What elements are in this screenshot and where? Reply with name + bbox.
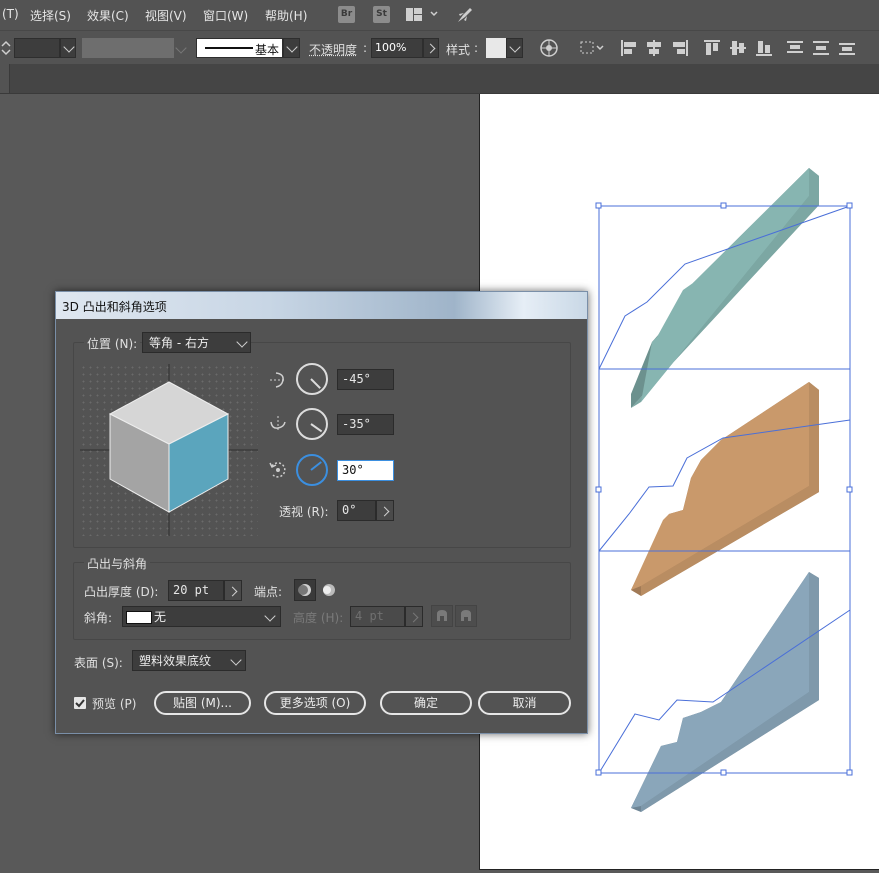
- extrude-depth-arrow[interactable]: [224, 580, 242, 601]
- menu-select[interactable]: 选择(S): [30, 7, 71, 24]
- preview-checkbox[interactable]: [74, 697, 86, 709]
- extrude-depth-field[interactable]: 20 pt: [168, 580, 224, 601]
- style-colon: :: [474, 41, 478, 55]
- rotation-x-field[interactable]: -45°: [337, 369, 394, 390]
- distribute-bottom-icon[interactable]: [838, 39, 856, 57]
- cap-off-button[interactable]: [318, 579, 340, 601]
- track-cube-area[interactable]: [80, 364, 258, 536]
- rotate-x-axis-icon: [268, 370, 288, 390]
- height-label: 高度 (H):: [293, 609, 343, 626]
- preview-label[interactable]: 预览 (P): [92, 695, 136, 712]
- align-right-icon[interactable]: [671, 39, 689, 57]
- stroke-profile-field[interactable]: 基本: [196, 38, 283, 58]
- align-center-v-icon[interactable]: [729, 39, 747, 57]
- position-dropdown[interactable]: 等角 - 右方: [142, 332, 251, 353]
- map-button[interactable]: 贴图 (M)...: [154, 691, 251, 715]
- surface-dropdown[interactable]: 塑料效果底纹: [132, 650, 246, 671]
- position-label: 位置 (N):: [84, 335, 140, 352]
- recolor-artwork-icon[interactable]: [540, 39, 558, 57]
- menu-view[interactable]: 视图(V): [145, 7, 187, 24]
- opacity-arrow[interactable]: [423, 38, 439, 58]
- align-to-selection-icon[interactable]: [580, 39, 606, 57]
- opacity-colon: :: [363, 41, 367, 55]
- bevel-value: 无: [154, 607, 166, 627]
- distribute-center-icon[interactable]: [812, 39, 830, 57]
- extrude-bevel-dialog: 3D 凸出和斜角选项 位置 (N): 等角 - 右方 -45° -35° 30°…: [55, 291, 588, 734]
- dialog-titlebar[interactable]: 3D 凸出和斜角选项: [56, 292, 587, 319]
- cancel-button[interactable]: 取消: [478, 691, 571, 715]
- perspective-field[interactable]: 0°: [337, 500, 376, 521]
- opacity-label[interactable]: 不透明度: [309, 41, 357, 58]
- variable-width-swatch[interactable]: [82, 38, 174, 58]
- perspective-label: 透视 (R):: [279, 503, 329, 520]
- bevel-label: 斜角:: [84, 609, 112, 626]
- menu-bar: (T) 选择(S) 效果(C) 视图(V) 窗口(W) 帮助(H) Br St: [0, 0, 879, 30]
- rotation-y-field[interactable]: -35°: [337, 414, 394, 435]
- rotation-y-dial[interactable]: [296, 408, 328, 440]
- extruded-shape-blue[interactable]: [631, 572, 819, 812]
- more-options-button[interactable]: 更多选项 (O): [264, 691, 366, 715]
- document-tab[interactable]: [0, 64, 10, 93]
- stroke-profile-dropdown[interactable]: [283, 38, 300, 58]
- align-bottom-icon[interactable]: [755, 39, 773, 57]
- bevel-dropdown[interactable]: 无: [122, 606, 281, 627]
- stroke-profile-label: 基本: [255, 41, 279, 58]
- bevel-swatch: [126, 611, 152, 624]
- ok-button[interactable]: 确定: [380, 691, 472, 715]
- rotate-z-axis-icon: [268, 460, 288, 480]
- style-label: 样式: [446, 41, 470, 58]
- rotation-cube[interactable]: [80, 364, 258, 536]
- align-center-h-icon[interactable]: [645, 39, 663, 57]
- rotate-y-axis-icon: [268, 414, 288, 434]
- perspective-arrow[interactable]: [376, 500, 394, 521]
- stock-icon[interactable]: St: [373, 6, 390, 23]
- stroke-weight-field[interactable]: [14, 38, 60, 58]
- rotation-z-field[interactable]: 30°: [337, 460, 394, 481]
- stepper-icon[interactable]: [1, 40, 11, 56]
- dialog-title: 3D 凸出和斜角选项: [62, 298, 167, 315]
- rotation-z-dial[interactable]: [296, 454, 328, 486]
- extrude-depth-label: 凸出厚度 (D):: [84, 583, 158, 600]
- cap-label: 端点:: [254, 583, 282, 600]
- rocket-icon[interactable]: [455, 5, 475, 25]
- menu-window[interactable]: 窗口(W): [203, 7, 248, 24]
- bevel-extent-in-button[interactable]: [431, 605, 453, 627]
- menu-help[interactable]: 帮助(H): [265, 7, 307, 24]
- cap-on-button[interactable]: [294, 579, 316, 601]
- document-tab-bar: [0, 64, 879, 94]
- bevel-extent-out-button[interactable]: [455, 605, 477, 627]
- extrude-group-label: 凸出与斜角: [84, 555, 150, 572]
- extruded-shape-orange[interactable]: [631, 382, 819, 596]
- distribute-top-icon[interactable]: [786, 39, 804, 57]
- align-top-icon[interactable]: [703, 39, 721, 57]
- chevron-down-icon: [175, 42, 186, 53]
- workspace-layout-icon[interactable]: [406, 8, 440, 22]
- rotation-x-dial[interactable]: [296, 363, 328, 395]
- surface-value: 塑料效果底纹: [139, 654, 211, 668]
- graphic-style-swatch[interactable]: [486, 38, 506, 58]
- stroke-weight-dropdown[interactable]: [60, 38, 76, 58]
- height-arrow[interactable]: [405, 606, 423, 627]
- menu-effect[interactable]: 效果(C): [87, 7, 129, 24]
- position-value: 等角 - 右方: [149, 336, 209, 350]
- height-field[interactable]: 4 pt: [350, 606, 405, 627]
- bridge-icon[interactable]: Br: [338, 6, 355, 23]
- control-bar: 基本 不透明度 : 100% 样式 :: [0, 30, 879, 65]
- graphic-style-dropdown[interactable]: [506, 38, 523, 58]
- opacity-field[interactable]: 100%: [371, 38, 423, 58]
- surface-label: 表面 (S):: [74, 654, 123, 671]
- menu-text[interactable]: (T): [2, 7, 19, 21]
- dialog-body: 位置 (N): 等角 - 右方 -45° -35° 30° 透视 (R): 0°…: [62, 320, 581, 728]
- align-left-icon[interactable]: [620, 39, 638, 57]
